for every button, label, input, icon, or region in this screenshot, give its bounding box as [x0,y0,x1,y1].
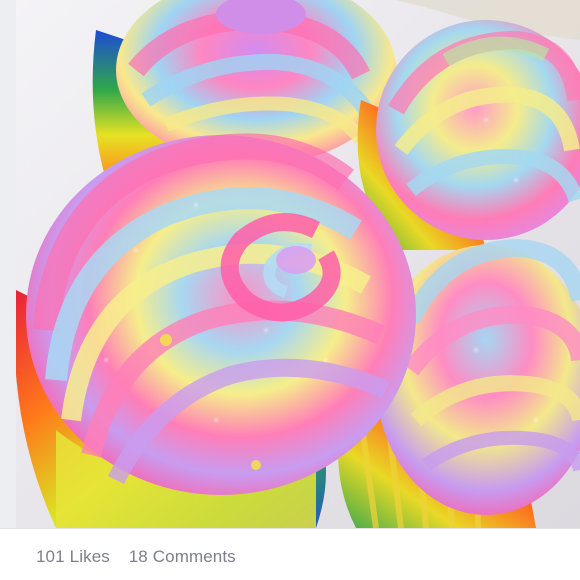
post-stats: 101 Likes 18 Comments [36,547,236,567]
post-footer: 101 Likes 18 Comments [0,528,580,580]
post-photo[interactable] [16,0,580,528]
card-left-margin [0,0,16,580]
likes-count: 101 [36,547,65,566]
comments-label: Comments [152,547,236,566]
rainbow-cupcakes-image [16,0,580,528]
comments-count: 18 [128,547,148,566]
comments-link[interactable]: 18 Comments [129,547,236,567]
post-card: 101 Likes 18 Comments [0,0,580,580]
likes-label: Likes [69,547,110,566]
likes-link[interactable]: 101 Likes [36,547,110,567]
